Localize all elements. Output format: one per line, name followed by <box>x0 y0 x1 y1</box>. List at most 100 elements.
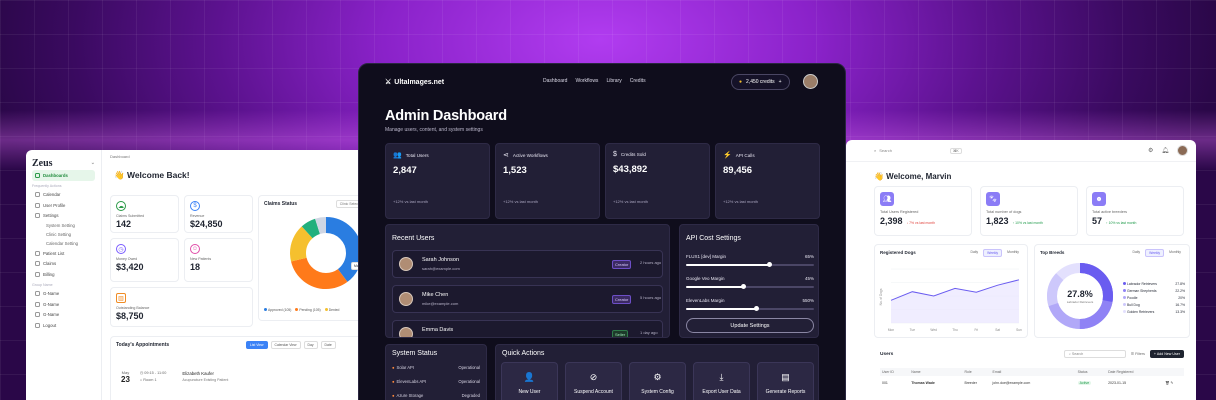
nav-workflows[interactable]: Workflows <box>575 78 598 84</box>
recent-users-title: Recent Users <box>392 235 435 242</box>
sidebar-item-calendar-setting[interactable]: Calendar Setting <box>32 239 95 248</box>
avatar[interactable] <box>1177 145 1188 156</box>
tab-monthly[interactable]: Monthly <box>1166 249 1184 257</box>
sidebar-item-gname-3[interactable]: G-Name <box>32 310 95 321</box>
calendar-view-button[interactable]: Calendar View <box>270 341 301 349</box>
slider-label-row: ElevenLabs Margin 550% <box>686 298 814 303</box>
breadcrumb[interactable]: Dashboard <box>110 154 368 164</box>
nav-library[interactable]: Library <box>606 78 621 84</box>
filters-button[interactable]: ☰ Filters <box>1131 352 1145 356</box>
column-header[interactable]: Role <box>964 368 993 376</box>
settings-icon[interactable]: ⚙ <box>1148 147 1153 154</box>
column-header[interactable]: User ID <box>880 368 912 376</box>
kpi-label-row: $ Credits Sold <box>613 151 702 158</box>
slider-track[interactable] <box>686 306 814 311</box>
stat-value: 142 <box>116 219 132 229</box>
user-name: Sarah Johnson <box>422 257 459 263</box>
trash-icon[interactable]: 🗑︎ <box>1165 381 1169 385</box>
system-config-button[interactable]: ⚙ System Config <box>629 362 686 400</box>
slider-handle[interactable] <box>753 306 759 311</box>
tab-daily[interactable]: Daily <box>968 249 982 257</box>
stat-label: Claims Submitted <box>116 214 145 218</box>
sidebar-item-dashboards[interactable]: Dashboards <box>32 170 95 181</box>
slider-track[interactable] <box>686 284 814 289</box>
stat-label: Total Users Registered <box>880 210 919 214</box>
kpi-label-row: ⚡ API Calls <box>723 151 812 159</box>
sidebar-item-logout[interactable]: Logout <box>32 320 95 331</box>
slider-track[interactable] <box>686 262 814 267</box>
list-item[interactable]: Sarah Johnson sarah@example.com Creator … <box>392 250 663 278</box>
x-tick-label: Wed <box>930 328 937 332</box>
gear-icon <box>35 213 40 219</box>
dollar-icon: $ <box>190 201 200 211</box>
top-breeds-legend: Labrador Retrievers 27.8% German Shepherd… <box>1123 281 1185 316</box>
stat-card-active-breeders: ☻ Total active breeders 57 ↑ 10% vs last … <box>1086 186 1184 236</box>
appointment-row[interactable]: May 23 ◷ 09:15 - 11:00 ⌂ Room 1 Elizabeth… <box>121 370 228 384</box>
appointment-room-text: Room 1 <box>143 378 157 382</box>
tab-weekly[interactable]: Weekly <box>1145 249 1165 257</box>
elevenlabs-margin-slider[interactable]: ElevenLabs Margin 550% <box>686 298 814 311</box>
tab-daily[interactable]: Daily <box>1130 249 1144 257</box>
stat-value-row: 57 ↑ 10% vs last month <box>1092 216 1178 226</box>
sidebar-section-frequent: Frequently Actions <box>32 183 62 188</box>
new-user-button[interactable]: 👤 New User <box>501 362 558 400</box>
user-time: 1 day ago <box>640 330 658 335</box>
chevron-down-icon[interactable]: ⌄ <box>91 160 95 166</box>
update-settings-button[interactable]: Update Settings <box>686 318 814 333</box>
bell-icon[interactable]: 🔔︎ <box>1161 147 1169 154</box>
table-header-row: User ID Name Role Email Status Date Regi… <box>880 368 1184 376</box>
edit-icon[interactable]: ✎ <box>1171 381 1174 385</box>
column-header[interactable]: Email <box>992 368 1078 376</box>
sidebar-item-gname-1[interactable]: G-Name <box>32 289 95 300</box>
export-user-data-button[interactable]: ⤓ Export User Data <box>693 362 750 400</box>
generate-reports-button[interactable]: ▤ Generate Reports <box>757 362 814 400</box>
list-item[interactable]: Emma Davis Seller 1 day ago <box>392 320 663 337</box>
legend-item: Golden Retrievers 13.3% <box>1123 309 1185 316</box>
avatar[interactable] <box>803 74 818 89</box>
search-input[interactable]: Search <box>879 148 892 153</box>
ultra-logo[interactable]: ⚔︎ UltaImages.net <box>385 78 444 87</box>
stat-value: 1,823 <box>986 216 1009 226</box>
tab-monthly[interactable]: Monthly <box>1004 249 1022 257</box>
sidebar-item-patient-list[interactable]: Patient List <box>32 248 95 259</box>
stat-value-row: 1,823 ↑ 10% vs last month <box>986 216 1072 226</box>
users-icon: 👥︎ <box>880 192 894 206</box>
sidebar-item-settings[interactable]: Settings <box>32 211 95 222</box>
table-row[interactable]: 001 Thomas Wade Breeder john.doe@example… <box>880 376 1184 390</box>
sidebar-item-claims[interactable]: Claims <box>32 259 95 270</box>
appointment-meta: ◷ 09:15 - 11:00 ⌂ Room 1 <box>140 370 166 384</box>
tab-weekly[interactable]: Weekly <box>983 249 1003 257</box>
sidebar-item-clinic-setting[interactable]: Clinic Setting <box>32 230 95 239</box>
calendar-icon <box>35 192 40 198</box>
sidebar-label: G-Name <box>43 312 60 318</box>
flux-margin-slider[interactable]: FLUX1 [dev] Margin 65% <box>686 254 814 267</box>
sidebar-item-gname-2[interactable]: G-Name <box>32 299 95 310</box>
sidebar-item-user-profile[interactable]: User Profile <box>32 200 95 211</box>
list-item[interactable]: Mike Chen mike@example.com Creator 5 hou… <box>392 285 663 313</box>
add-new-user-button[interactable]: + Add New User <box>1149 350 1184 358</box>
column-header[interactable]: Name <box>911 368 965 376</box>
nav-credits[interactable]: Credits <box>630 78 646 84</box>
stat-card-claims-submitted: ☁ Claims Submitted 142 <box>110 195 179 233</box>
service-name: Solar API <box>396 365 414 370</box>
veo-margin-slider[interactable]: Google Veo Margin 45% <box>686 276 814 289</box>
slider-handle[interactable] <box>766 262 772 267</box>
nav-dashboard[interactable]: Dashboard <box>543 78 567 84</box>
sidebar-item-calendar[interactable]: Calendar <box>32 190 95 201</box>
sidebar-item-system-setting[interactable]: System Setting <box>32 221 95 230</box>
date-select[interactable]: Date <box>320 341 336 349</box>
credits-pill[interactable]: ● 2,450 credits + <box>731 74 790 90</box>
users-icon: 👥 <box>393 152 402 159</box>
user-name: Mike Chen <box>422 292 449 298</box>
suspend-account-button[interactable]: ⊘ Suspend Account <box>565 362 622 400</box>
slider-handle[interactable] <box>741 284 747 289</box>
status-dot-icon: ● <box>392 365 395 370</box>
list-view-button[interactable]: List View <box>246 341 268 349</box>
users-search-input[interactable]: ⌕ Search <box>1063 350 1126 358</box>
sidebar-item-billing[interactable]: Billing <box>32 269 95 280</box>
day-select[interactable]: Day <box>303 341 318 349</box>
column-header[interactable]: Status <box>1077 368 1109 376</box>
cell-status: Active <box>1077 376 1108 390</box>
column-header[interactable]: Date Registered <box>1108 368 1166 376</box>
search-box[interactable]: ⌕ Search <box>874 148 892 153</box>
